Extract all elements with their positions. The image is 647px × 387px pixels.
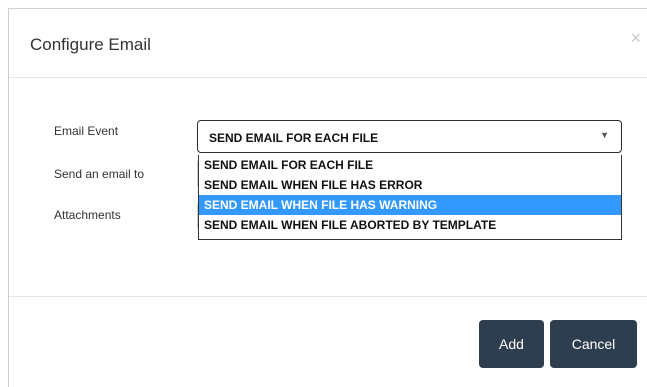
dropdown-option-has-warning[interactable]: SEND EMAIL WHEN FILE HAS WARNING xyxy=(199,195,621,215)
email-event-selected-value: SEND EMAIL FOR EACH FILE xyxy=(209,131,379,145)
send-to-label: Send an email to xyxy=(54,167,145,181)
configure-email-dialog: Configure Email × Email Event Send an em… xyxy=(8,8,647,387)
attachments-label: Attachments xyxy=(54,208,121,222)
cancel-button[interactable]: Cancel xyxy=(550,320,637,368)
add-button[interactable]: Add xyxy=(479,320,544,368)
dropdown-option-has-error[interactable]: SEND EMAIL WHEN FILE HAS ERROR xyxy=(199,175,621,195)
email-event-select[interactable]: SEND EMAIL FOR EACH FILE ▼ xyxy=(197,120,622,153)
email-event-label: Email Event xyxy=(54,124,119,138)
close-icon[interactable]: × xyxy=(630,29,641,47)
dialog-title: Configure Email xyxy=(30,35,151,54)
dropdown-option-aborted-by-template[interactable]: SEND EMAIL WHEN FILE ABORTED BY TEMPLATE xyxy=(199,215,621,235)
email-event-dropdown: SEND EMAIL FOR EACH FILE SEND EMAIL WHEN… xyxy=(198,155,622,240)
dialog-header: Configure Email × xyxy=(9,9,647,78)
dialog-footer xyxy=(9,296,647,297)
chevron-down-icon: ▼ xyxy=(600,130,609,140)
dropdown-option-each-file[interactable]: SEND EMAIL FOR EACH FILE xyxy=(199,155,621,175)
